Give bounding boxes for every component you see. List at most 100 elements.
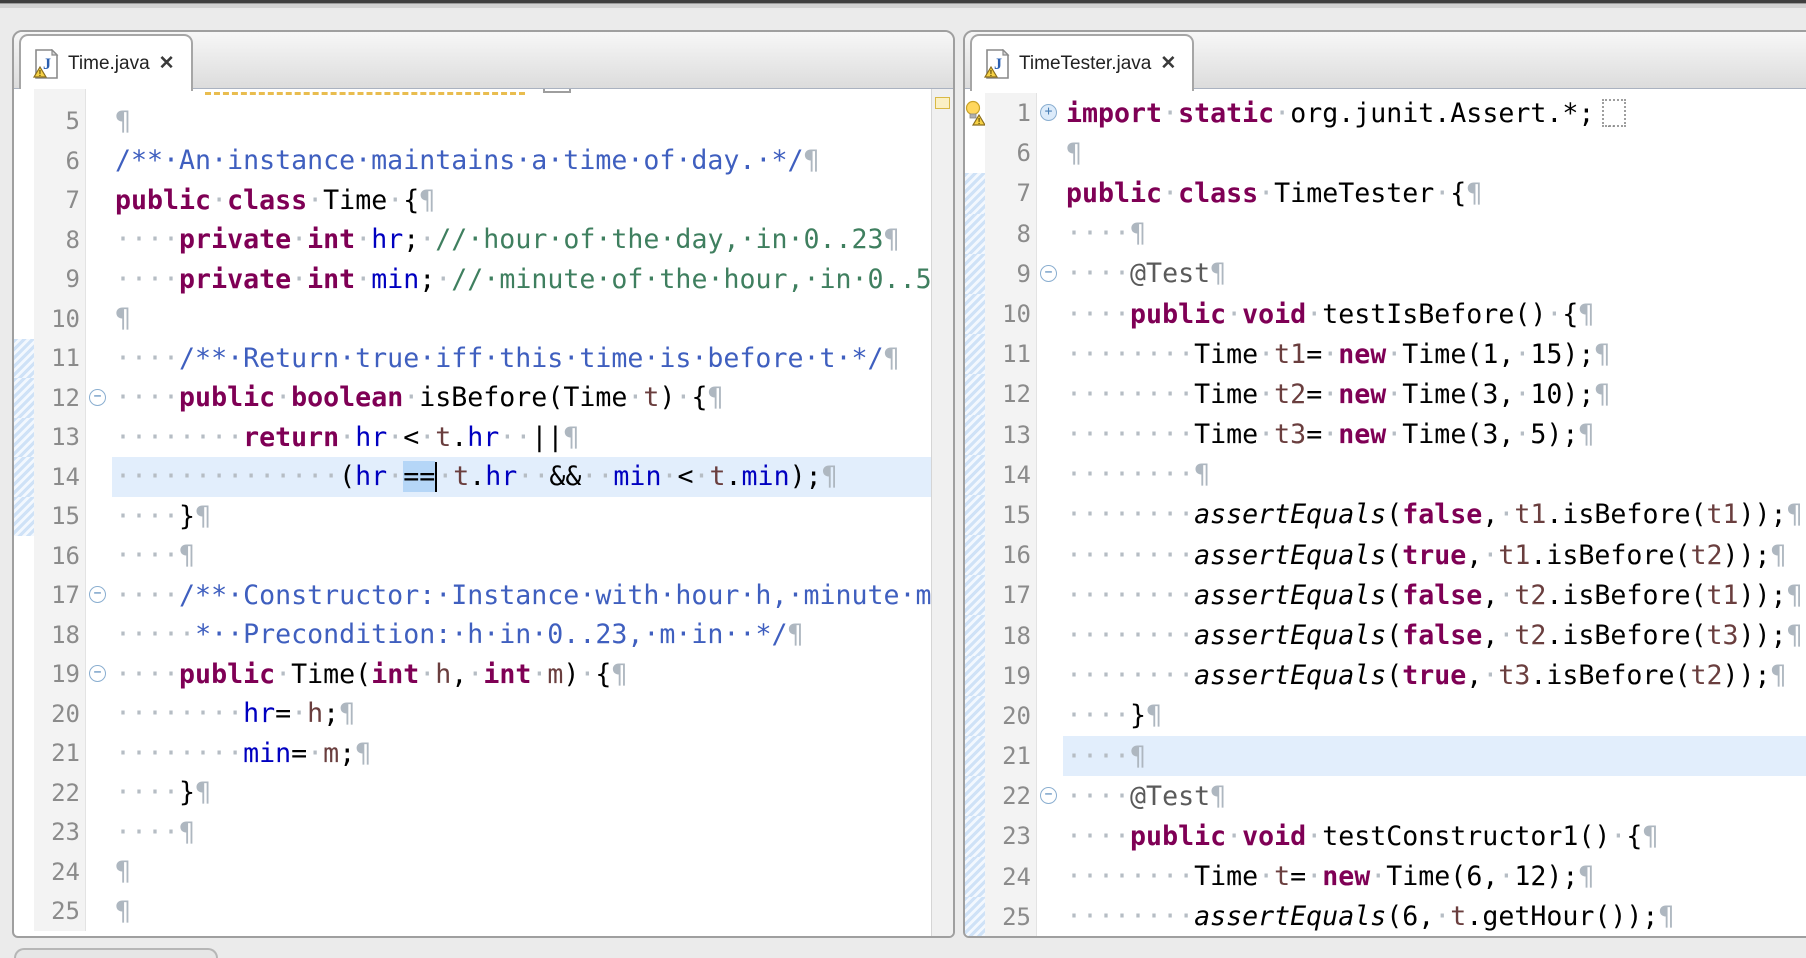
line-number[interactable]: 18 [985, 615, 1037, 655]
code-text[interactable]: ····¶ [112, 813, 932, 853]
code-text[interactable]: ········assertEquals(false,·t2.isBefore(… [1063, 575, 1806, 615]
gutter-annotation[interactable] [14, 536, 34, 576]
line-number[interactable]: 5 [34, 102, 86, 142]
code-text[interactable]: ····public·Time(int·h,·int·m)·{¶ [112, 655, 932, 695]
change-indicator[interactable] [965, 816, 985, 856]
line-number[interactable]: 8 [985, 214, 1037, 254]
gutter-annotation[interactable] [14, 892, 34, 932]
code-text[interactable]: ········¶ [1063, 455, 1806, 495]
current-line-text[interactable]: ····¶ [1063, 736, 1806, 776]
change-indicator[interactable] [14, 457, 34, 497]
code-text[interactable]: ········assertEquals(6,·t.getHour());¶ [1063, 897, 1806, 937]
code-text[interactable]: ········assertEquals(false,·t1.isBefore(… [1063, 495, 1806, 535]
code-text[interactable]: ···· [112, 89, 932, 102]
line-number[interactable] [34, 89, 86, 102]
close-icon[interactable]: ✕ [159, 54, 175, 73]
code-text[interactable]: ·····*··Precondition:·h·in·0..23,·m·in··… [112, 615, 932, 655]
code-text[interactable]: ····¶ [112, 536, 932, 576]
collapse-fold-icon[interactable]: − [1040, 787, 1057, 804]
line-number[interactable]: 20 [985, 696, 1037, 736]
line-number[interactable]: 11 [34, 339, 86, 379]
change-indicator[interactable] [965, 415, 985, 455]
code-text[interactable]: ····private·int·hr;·//·hour·of·the·day,·… [112, 220, 932, 260]
code-text[interactable]: ¶ [112, 299, 932, 339]
gutter-annotation[interactable] [14, 694, 34, 734]
change-indicator[interactable] [14, 339, 34, 379]
line-number[interactable]: 17 [34, 576, 86, 616]
close-icon[interactable]: ✕ [1160, 54, 1176, 73]
current-line-text[interactable]: ··············(hr·==·t.hr··&&··min·<·t.m… [112, 457, 932, 497]
line-number[interactable]: 15 [34, 497, 86, 537]
line-number[interactable]: 24 [34, 852, 86, 892]
gutter-annotation[interactable] [14, 102, 34, 142]
gutter-annotation[interactable] [14, 89, 34, 102]
code-text[interactable]: ····}¶ [1063, 696, 1806, 736]
folded-region-box[interactable] [1602, 99, 1626, 127]
code-text[interactable]: ¶ [1063, 133, 1806, 173]
line-number[interactable]: 23 [985, 816, 1037, 856]
gutter-annotation[interactable] [14, 141, 34, 181]
code-text[interactable]: ····private·int·min;·//·minute·of·the·ho… [112, 260, 932, 300]
line-number[interactable]: 20 [34, 694, 86, 734]
line-number[interactable]: 8 [34, 220, 86, 260]
code-text[interactable]: ¶ [112, 852, 932, 892]
code-text[interactable]: public·class·TimeTester·{¶ [1063, 173, 1806, 213]
code-text[interactable]: ····public·void·testIsBefore()·{¶ [1063, 294, 1806, 334]
code-text[interactable]: ····public·boolean·isBefore(Time·t)·{¶ [112, 378, 932, 418]
change-indicator[interactable] [965, 776, 985, 816]
code-text[interactable]: ········Time·t=·new·Time(6,·12);¶ [1063, 857, 1806, 897]
expand-fold-icon[interactable]: + [1040, 104, 1057, 121]
code-text[interactable]: ····public·void·testConstructor1()·{¶ [1063, 816, 1806, 856]
line-number[interactable]: 19 [34, 655, 86, 695]
change-indicator[interactable] [965, 214, 985, 254]
warning-marker[interactable] [935, 97, 950, 109]
partial-view-tab[interactable] [14, 948, 218, 958]
gutter-annotation[interactable] [14, 299, 34, 339]
gutter-annotation[interactable] [14, 181, 34, 221]
code-text[interactable]: ····@Test¶ [1063, 776, 1806, 816]
line-number[interactable]: 18 [34, 615, 86, 655]
line-number[interactable]: 15 [985, 495, 1037, 535]
code-text[interactable]: ····/**·Return·true·iff·this·time·is·bef… [112, 339, 932, 379]
collapse-fold-icon[interactable]: − [89, 586, 106, 603]
code-text[interactable]: import·static·org.junit.Assert.*; [1063, 93, 1806, 133]
line-number[interactable]: 9 [985, 254, 1037, 294]
gutter-annotation[interactable] [14, 852, 34, 892]
code-text[interactable]: ····/**·Constructor:·Instance·with·hour·… [112, 576, 932, 616]
line-number[interactable]: 21 [985, 736, 1037, 776]
change-indicator[interactable] [965, 696, 985, 736]
overview-ruler[interactable] [931, 89, 953, 937]
code-text[interactable]: ········return·hr·<·t.hr··||¶ [112, 418, 932, 458]
line-number[interactable]: 6 [34, 141, 86, 181]
change-indicator[interactable] [965, 294, 985, 334]
change-indicator[interactable] [965, 736, 985, 776]
line-number[interactable]: 6 [985, 133, 1037, 173]
code-text[interactable]: ¶ [112, 102, 932, 142]
code-text[interactable]: /**·An·instance·maintains·a·time·of·day.… [112, 141, 932, 181]
timetester-editor[interactable]: ! 1+import·static·org.junit.Assert.*;6¶7… [965, 89, 1806, 937]
change-indicator[interactable] [965, 575, 985, 615]
code-text[interactable]: ········Time·t2=·new·Time(3,·10);¶ [1063, 374, 1806, 414]
collapse-fold-icon[interactable]: − [1040, 265, 1057, 282]
change-indicator[interactable] [965, 455, 985, 495]
code-text[interactable]: ····}¶ [112, 773, 932, 813]
collapse-fold-icon[interactable]: − [89, 665, 106, 682]
change-indicator[interactable] [965, 173, 985, 213]
gutter-annotation[interactable] [14, 615, 34, 655]
code-text[interactable]: ········min=·m;¶ [112, 734, 932, 774]
gutter-annotation[interactable] [14, 734, 34, 774]
tab-timetester-java[interactable]: J ! TimeTester.java ✕ [970, 34, 1194, 91]
change-indicator[interactable] [965, 334, 985, 374]
change-indicator[interactable] [965, 535, 985, 575]
gutter-annotation[interactable] [14, 260, 34, 300]
change-indicator[interactable] [965, 656, 985, 696]
change-indicator[interactable] [965, 495, 985, 535]
code-text[interactable]: ········Time·t1=·new·Time(1,·15);¶ [1063, 334, 1806, 374]
gutter-annotation[interactable] [14, 655, 34, 695]
line-number[interactable]: 21 [34, 734, 86, 774]
code-text[interactable]: ········Time·t3=·new·Time(3,·5);¶ [1063, 415, 1806, 455]
code-text[interactable]: ········assertEquals(true,·t1.isBefore(t… [1063, 535, 1806, 575]
gutter-annotation[interactable] [14, 773, 34, 813]
line-number[interactable]: 24 [985, 857, 1037, 897]
line-number[interactable]: 9 [34, 260, 86, 300]
